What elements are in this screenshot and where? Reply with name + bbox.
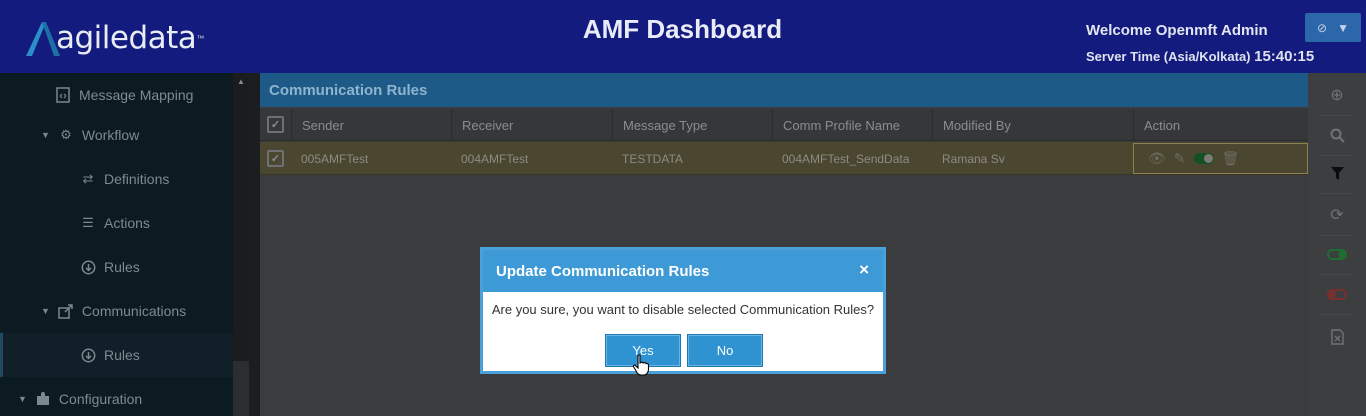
sidebar-item-label: Rules — [104, 347, 140, 363]
cell-sender: 005AMFTest — [301, 151, 369, 166]
column-header-message-type[interactable]: Message Type — [612, 109, 772, 141]
toolbar-divider — [1320, 193, 1354, 194]
sidebar-item-label: Workflow — [81, 127, 140, 143]
sidebar-item-communications[interactable]: ▼ Communications — [0, 289, 233, 333]
puzzle-icon — [35, 391, 51, 407]
add-icon: ⊕ — [1330, 87, 1344, 104]
right-toolbar: ⊕ ⟳ — [1308, 73, 1366, 416]
sidebar-item-message-mapping[interactable]: Message Mapping — [0, 73, 233, 117]
toolbar-divider — [1320, 115, 1354, 116]
select-all-checkbox[interactable]: ✓ — [267, 116, 284, 133]
column-header-action: Action — [1133, 109, 1308, 141]
sidebar: Message Mapping ▼ ⚙ Workflow ⇄ Definitio… — [0, 73, 233, 416]
delete-icon[interactable]: 🗑 — [1222, 150, 1240, 167]
column-header-sender[interactable]: Sender — [291, 109, 451, 141]
list-icon: ☰ — [82, 215, 94, 230]
exchange-icon: ⇄ — [82, 171, 94, 186]
cell-comm-profile: 004AMFTest_SendData — [782, 151, 910, 166]
column-header-receiver[interactable]: Receiver — [451, 109, 612, 141]
circle-arrow-icon — [80, 347, 96, 363]
divider — [249, 73, 260, 416]
disable-button[interactable] — [1320, 277, 1354, 311]
user-menu-button[interactable]: ⊘ ▼ — [1305, 13, 1361, 42]
dialog-message: Are you sure, you want to disable select… — [491, 302, 875, 317]
search-button[interactable] — [1320, 118, 1354, 152]
welcome-text: Welcome Openmft Admin — [1086, 22, 1268, 39]
refresh-icon: ⟳ — [1330, 207, 1344, 224]
sidebar-item-label: Rules — [104, 259, 140, 275]
status-toggle[interactable] — [1193, 153, 1214, 164]
sidebar-scrollbar[interactable]: ▲ — [233, 73, 249, 416]
sidebar-item-actions[interactable]: ☰ Actions — [0, 201, 233, 245]
circle-arrow-icon — [80, 259, 96, 275]
export-button[interactable] — [1320, 320, 1354, 354]
gear-icon: ⚙ — [60, 127, 72, 142]
sidebar-item-label: Message Mapping — [79, 87, 194, 103]
enable-button[interactable] — [1320, 237, 1354, 271]
cell-receiver: 004AMFTest — [461, 151, 529, 166]
server-time: Server Time (Asia/Kolkata) 15:40:15 — [1086, 48, 1314, 65]
caret-down-icon: ▼ — [41, 306, 50, 316]
dashboard-title: AMF Dashboard — [582, 14, 783, 44]
dialog-header: Update Communication Rules — [483, 250, 883, 292]
table-row[interactable]: ✓ 005AMFTest 004AMFTest TESTDATA 004AMFT… — [260, 142, 1308, 175]
refresh-button[interactable]: ⟳ — [1320, 198, 1354, 232]
caret-down-icon: ▼ — [41, 130, 50, 140]
file-code-icon — [55, 87, 71, 103]
table-header: ✓ Sender Receiver Message Type Comm Prof… — [260, 109, 1308, 141]
dialog-title: Update Communication Rules — [496, 262, 710, 280]
agiledata-logo[interactable]: agiledata ™ — [22, 14, 222, 62]
sidebar-item-workflow[interactable]: ▼ ⚙ Workflow — [0, 113, 233, 157]
hand-pointer-icon — [632, 354, 650, 376]
sidebar-item-workflow-rules[interactable]: Rules — [0, 245, 233, 289]
search-icon — [1330, 128, 1345, 143]
export-icon — [1330, 329, 1344, 345]
toggle-on-icon — [1327, 248, 1347, 260]
view-icon[interactable]: 👁 — [1148, 150, 1166, 167]
toggle-off-icon — [1327, 288, 1347, 300]
server-time-label: Server Time (Asia/Kolkata) — [1086, 49, 1251, 64]
filter-button[interactable] — [1320, 156, 1354, 190]
toolbar-divider — [1320, 235, 1354, 236]
server-clock: 15:40:15 — [1254, 48, 1315, 65]
panel-title: Communication Rules — [260, 73, 1308, 107]
brand-trademark: ™ — [196, 33, 205, 43]
close-icon[interactable]: × — [859, 260, 869, 280]
column-header-comm-profile[interactable]: Comm Profile Name — [772, 109, 932, 141]
scrollbar-thumb[interactable] — [233, 361, 249, 416]
toolbar-divider — [1320, 314, 1354, 315]
column-header-modified-by[interactable]: Modified By — [932, 109, 1133, 141]
scroll-up-icon[interactable]: ▲ — [237, 77, 245, 86]
caret-down-icon: ▼ — [18, 394, 27, 404]
chevron-down-icon: ▼ — [1337, 20, 1349, 35]
add-button[interactable]: ⊕ — [1320, 78, 1354, 112]
row-actions: 👁 ✎ 🗑 — [1133, 143, 1308, 174]
no-button[interactable]: No — [687, 334, 763, 367]
sidebar-item-label: Definitions — [104, 171, 170, 187]
sidebar-item-label: Configuration — [58, 391, 143, 407]
brand-name: agiledata — [56, 20, 197, 56]
cell-modified-by: Ramana Sv — [942, 151, 1005, 166]
row-checkbox[interactable]: ✓ — [267, 150, 284, 167]
sidebar-item-label: Actions — [104, 215, 150, 231]
filter-icon — [1330, 166, 1344, 180]
confirm-dialog: Update Communication Rules × Are you sur… — [480, 247, 886, 374]
sidebar-item-communication-rules[interactable]: Rules — [0, 333, 233, 377]
sidebar-item-definitions[interactable]: ⇄ Definitions — [0, 157, 233, 201]
power-icon: ⊘ — [1317, 20, 1328, 35]
sidebar-item-label: Communications — [81, 303, 187, 319]
sidebar-item-configuration[interactable]: ▼ Configuration — [0, 377, 233, 416]
share-icon — [58, 303, 74, 319]
app-header: agiledata ™ AMF Dashboard Welcome Openmft… — [0, 0, 1366, 73]
edit-icon[interactable]: ✎ — [1174, 150, 1186, 167]
cell-message-type: TESTDATA — [622, 151, 683, 166]
toolbar-divider — [1320, 274, 1354, 275]
